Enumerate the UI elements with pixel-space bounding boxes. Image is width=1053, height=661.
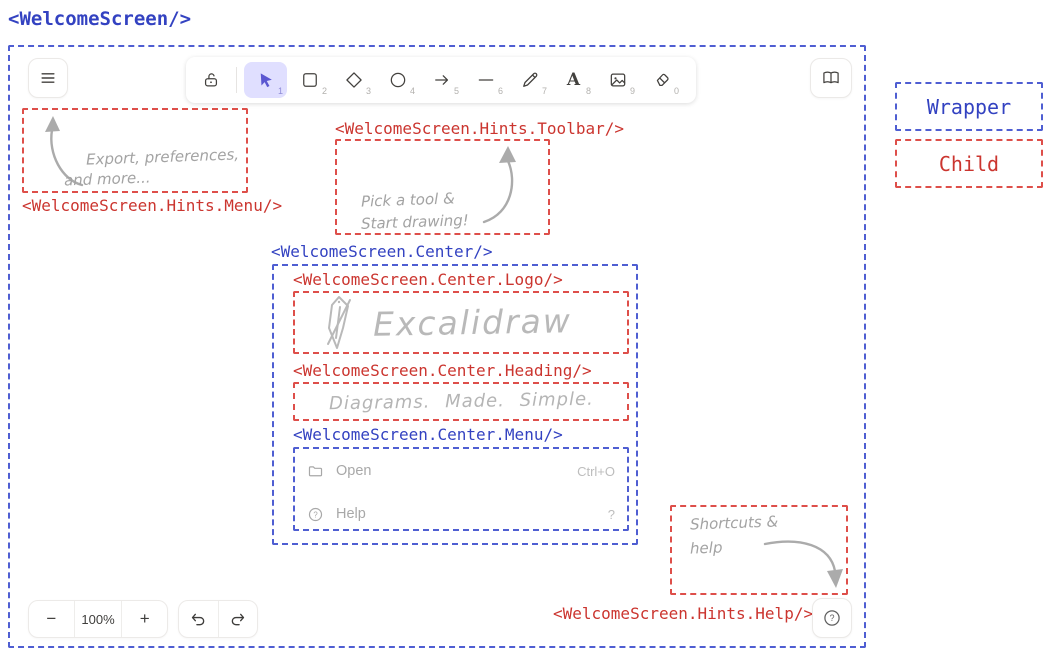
- page-title: <WelcomeScreen/>: [8, 8, 191, 30]
- menu-item-shortcut: ?: [608, 507, 615, 522]
- center-heading-label: <WelcomeScreen.Center.Heading/>: [293, 361, 592, 380]
- help-circle-icon: ?: [822, 608, 842, 628]
- diamond-icon: [344, 70, 364, 90]
- tool-draw[interactable]: 7: [508, 62, 551, 98]
- tool-shortcut: 8: [586, 86, 591, 96]
- help-button[interactable]: ?: [812, 598, 852, 638]
- menu-item-shortcut: Ctrl+O: [577, 464, 615, 479]
- svg-text:?: ?: [313, 510, 318, 519]
- hints-menu-outline: Export, preferences, and more...: [22, 108, 248, 193]
- image-icon: [608, 70, 628, 90]
- hints-toolbar-outline: Pick a tool & Start drawing!: [335, 139, 550, 235]
- tool-shortcut: 1: [278, 86, 283, 96]
- tool-shortcut: 3: [366, 86, 371, 96]
- undo-icon: [189, 610, 208, 629]
- menu-item-label: Open: [336, 463, 371, 479]
- help-circle-icon: ?: [307, 506, 324, 523]
- legend-child: Child: [895, 139, 1043, 188]
- tool-diamond[interactable]: 3: [332, 62, 375, 98]
- undo-redo-bar: [178, 600, 258, 638]
- center-outline: <WelcomeScreen.Center.Logo/> Excalidraw …: [272, 264, 638, 545]
- center-menu-item-help[interactable]: ? Help ?: [307, 499, 615, 529]
- tool-selection[interactable]: 1: [244, 62, 287, 98]
- center-label: <WelcomeScreen.Center/>: [271, 242, 493, 261]
- tool-shortcut: 4: [410, 86, 415, 96]
- hint-menu-text-line2: and more...: [64, 168, 151, 189]
- ellipse-icon: [388, 70, 408, 90]
- tool-line[interactable]: 6: [464, 62, 507, 98]
- plus-icon: +: [140, 609, 150, 629]
- zoom-bar: − 100% +: [28, 600, 168, 638]
- legend-wrapper: Wrapper: [895, 82, 1043, 131]
- lock-tool-button[interactable]: [193, 62, 229, 98]
- zoom-level[interactable]: 100%: [74, 601, 122, 637]
- excalidraw-wordmark: Excalidraw: [373, 301, 572, 343]
- unlock-icon: [201, 70, 221, 90]
- tool-shortcut: 2: [322, 86, 327, 96]
- excalidraw-logo: Excalidraw: [295, 293, 627, 352]
- hints-toolbar-label: <WelcomeScreen.Hints.Toolbar/>: [335, 119, 624, 138]
- excalidraw-logo-mark-icon: [319, 294, 359, 352]
- menu-item-label: Help: [336, 506, 366, 522]
- tool-shortcut: 5: [454, 86, 459, 96]
- center-heading-text: Diagrams. Made. Simple.: [328, 389, 593, 415]
- redo-icon: [228, 610, 247, 629]
- svg-text:?: ?: [830, 613, 835, 623]
- main-menu-button[interactable]: [28, 58, 68, 98]
- center-logo-label: <WelcomeScreen.Center.Logo/>: [293, 270, 563, 289]
- tool-text[interactable]: A 8: [552, 62, 595, 98]
- rectangle-icon: [300, 70, 320, 90]
- line-icon: [476, 70, 496, 90]
- minus-icon: −: [46, 609, 56, 629]
- tool-shortcut: 9: [630, 86, 635, 96]
- hint-arrow-down-icon: [672, 507, 846, 593]
- hint-toolbar-text-line1: Pick a tool &: [361, 189, 455, 210]
- arrow-icon: [432, 70, 452, 90]
- tool-shortcut: 6: [498, 86, 503, 96]
- zoom-out-button[interactable]: −: [29, 601, 74, 637]
- redo-button[interactable]: [218, 601, 258, 637]
- tool-rectangle[interactable]: 2: [288, 62, 331, 98]
- tool-image[interactable]: 9: [596, 62, 639, 98]
- hints-help-label: <WelcomeScreen.Hints.Help/>: [553, 604, 813, 623]
- library-button[interactable]: [810, 58, 852, 98]
- hamburger-icon: [38, 68, 58, 88]
- tool-eraser[interactable]: 0: [640, 62, 683, 98]
- center-heading-outline: Diagrams. Made. Simple.: [293, 382, 629, 421]
- center-menu-item-open[interactable]: Open Ctrl+O: [307, 456, 615, 486]
- hint-toolbar-text-line2: Start drawing!: [361, 211, 469, 233]
- toolbar-divider: [236, 67, 237, 93]
- undo-button[interactable]: [179, 601, 218, 637]
- cursor-icon: [256, 71, 275, 90]
- tool-shortcut: 7: [542, 86, 547, 96]
- tool-ellipse[interactable]: 4: [376, 62, 419, 98]
- tool-shortcut: 0: [674, 86, 679, 96]
- text-icon: A: [567, 72, 580, 89]
- folder-icon: [307, 463, 324, 480]
- legend-wrapper-label: Wrapper: [927, 95, 1011, 119]
- hints-help-outline: Shortcuts & help: [670, 505, 848, 595]
- eraser-icon: [652, 70, 672, 90]
- hints-menu-label: <WelcomeScreen.Hints.Menu/>: [22, 196, 282, 215]
- legend-child-label: Child: [939, 152, 999, 176]
- book-icon: [821, 68, 841, 88]
- toolbar: 1 2 3 4 5: [186, 57, 696, 103]
- center-logo-outline: Excalidraw: [293, 291, 629, 354]
- center-menu-outline: Open Ctrl+O ? Help ?: [293, 447, 629, 531]
- hint-menu-text-line1: Export, preferences,: [86, 145, 240, 168]
- zoom-in-button[interactable]: +: [121, 601, 167, 637]
- center-menu-label: <WelcomeScreen.Center.Menu/>: [293, 425, 563, 444]
- tool-arrow[interactable]: 5: [420, 62, 463, 98]
- pencil-icon: [520, 70, 540, 90]
